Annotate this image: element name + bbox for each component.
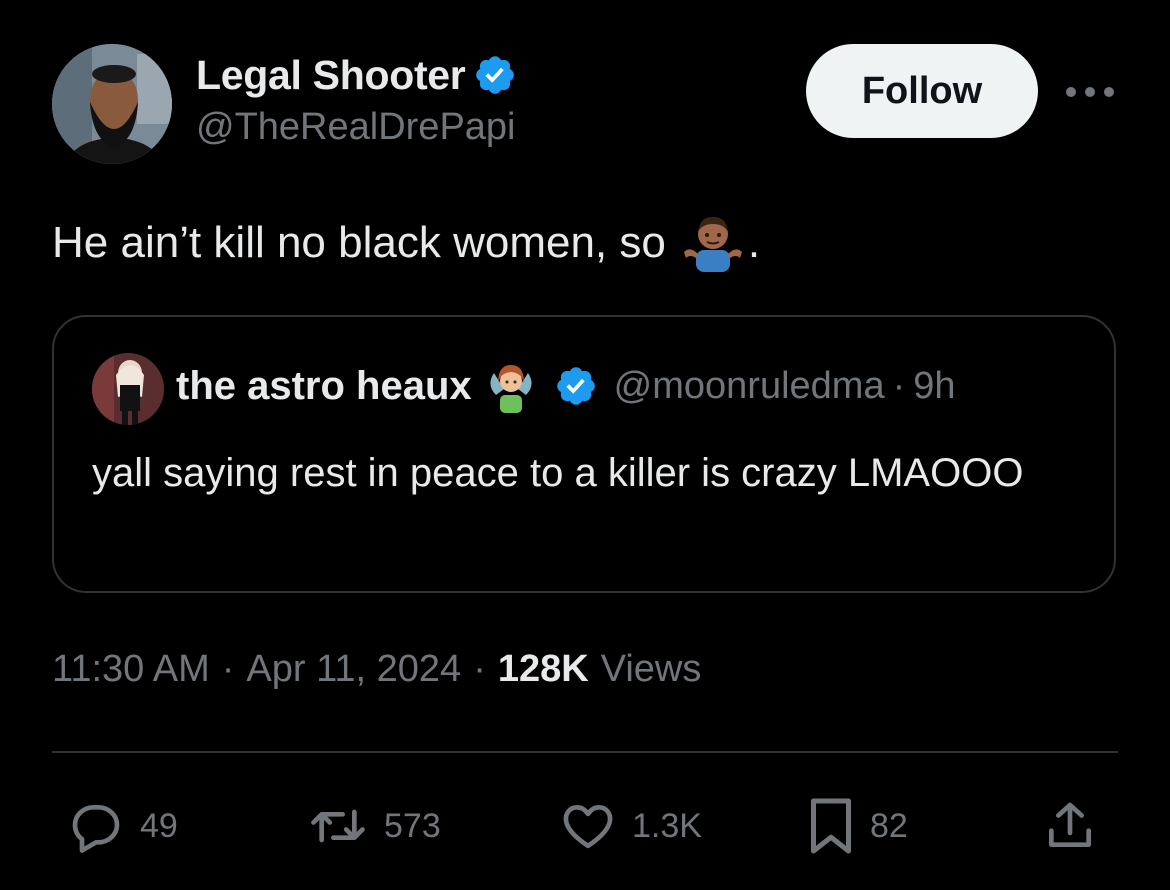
like-count: 1.3K (632, 806, 702, 845)
quoted-separator: · (892, 364, 906, 407)
quoted-display-name[interactable]: the astro heaux (176, 364, 472, 409)
tweet-text-suffix: . (747, 218, 761, 267)
person-shrugging-emoji-icon (682, 212, 744, 274)
meta-separator: · (473, 648, 486, 690)
views-label[interactable]: Views (601, 648, 702, 691)
action-bar: 49 573 1.3K 82 (52, 790, 1118, 862)
views-count[interactable]: 128K (498, 648, 589, 691)
quoted-handle[interactable]: @moonruledma (614, 365, 885, 408)
author-info: Legal Shooter @TheRealDrePapi (196, 48, 517, 149)
repost-count: 573 (384, 806, 441, 845)
bookmark-button[interactable]: 82 (806, 790, 908, 862)
divider (52, 751, 1118, 753)
tweet-body: He ain’t kill no black women, so . (52, 212, 760, 274)
quoted-tweet-text: yall saying rest in peace to a killer is… (92, 451, 1024, 495)
reply-icon (72, 805, 120, 853)
tweet-date[interactable]: Apr 11, 2024 (246, 648, 461, 691)
heart-icon (563, 805, 613, 849)
repost-button[interactable]: 573 (306, 790, 441, 862)
quoted-tweet-header: the astro heaux @moonruledma · 9h (176, 359, 956, 413)
quoted-verified-badge-icon[interactable] (554, 364, 598, 408)
repost-icon (311, 809, 365, 843)
meta-separator: · (221, 648, 235, 690)
reply-count: 49 (140, 806, 178, 845)
tweet-header: Legal Shooter @TheRealDrePapi Follow (52, 44, 1118, 166)
quoted-tweet-card[interactable]: the astro heaux @moonruledma · 9h yall s… (52, 315, 1116, 593)
reply-button[interactable]: 49 (66, 790, 178, 862)
more-options-icon[interactable] (1064, 74, 1116, 110)
tweet-time[interactable]: 11:30 AM (52, 648, 210, 691)
bookmark-count: 82 (870, 806, 908, 845)
share-button[interactable] (1042, 790, 1098, 862)
like-button[interactable]: 1.3K (558, 790, 702, 862)
author-handle[interactable]: @TheRealDrePapi (196, 106, 517, 149)
author-avatar[interactable] (52, 44, 172, 164)
bookmark-icon (811, 798, 851, 854)
share-icon (1049, 802, 1091, 847)
verified-badge-icon[interactable] (473, 53, 517, 97)
follow-button[interactable]: Follow (806, 44, 1038, 138)
fairy-emoji-icon (484, 359, 538, 413)
tweet-text: He ain’t kill no black women, so (52, 218, 666, 267)
quoted-timestamp[interactable]: 9h (913, 365, 955, 408)
quoted-author-avatar[interactable] (92, 353, 164, 425)
tweet-meta: 11:30 AM · Apr 11, 2024 · 128K Views (52, 648, 701, 691)
author-display-name[interactable]: Legal Shooter (196, 52, 466, 99)
